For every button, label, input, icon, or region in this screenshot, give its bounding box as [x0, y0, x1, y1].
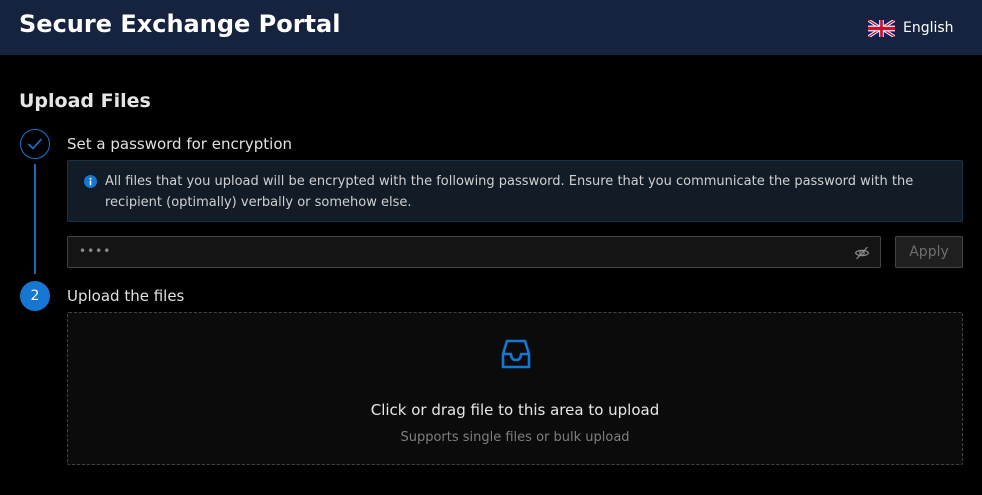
- inbox-icon: [501, 339, 531, 369]
- step-1-finished-indicator: [20, 129, 50, 159]
- info-circle-icon: [84, 175, 97, 188]
- upload-instruction: Click or drag file to this area to uploa…: [370, 401, 660, 419]
- step-2-active-indicator: 2: [20, 281, 50, 311]
- step-2-number: 2: [30, 288, 40, 304]
- password-input[interactable]: ••••: [67, 236, 881, 268]
- eye-invisible-icon[interactable]: [854, 245, 870, 261]
- encryption-info-alert: All files that you upload will be encryp…: [67, 160, 963, 222]
- check-icon: [28, 138, 42, 150]
- step-2-title: Upload the files: [67, 287, 185, 305]
- uk-flag-icon: [868, 19, 895, 37]
- language-selector[interactable]: English: [868, 17, 954, 39]
- step-1-title: Set a password for encryption: [67, 135, 293, 153]
- info-text: All files that you upload will be encryp…: [105, 174, 914, 210]
- page-title: Upload Files: [19, 90, 151, 112]
- language-label: English: [903, 20, 954, 36]
- step-connector-line: [34, 164, 36, 274]
- upload-hint: Supports single files or bulk upload: [400, 430, 630, 445]
- password-value[interactable]: ••••: [79, 244, 111, 258]
- apply-button[interactable]: Apply: [895, 236, 963, 268]
- file-upload-dropzone[interactable]: Click or drag file to this area to uploa…: [67, 312, 963, 465]
- app-header: Secure Exchange Portal English: [0, 0, 982, 55]
- app-title: Secure Exchange Portal: [19, 10, 341, 38]
